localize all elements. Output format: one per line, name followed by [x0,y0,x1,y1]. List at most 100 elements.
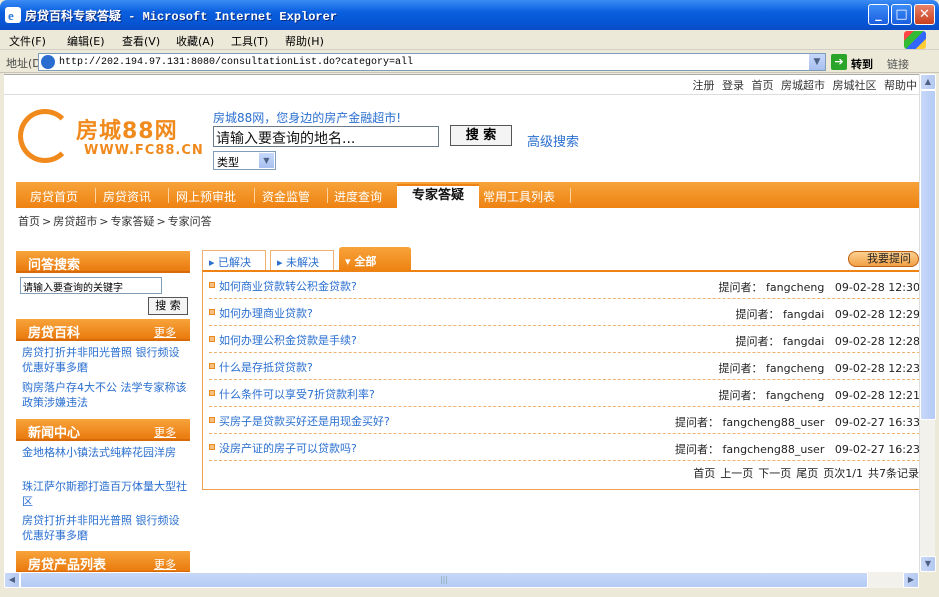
nav-fund-supervision[interactable]: 资金监管 [262,188,310,205]
nav-loan-news[interactable]: 房贷资讯 [103,188,151,205]
type-select[interactable]: 类型 ▼ [213,151,276,170]
asker-name[interactable]: fangcheng [766,389,824,402]
asker-name[interactable]: fangcheng [766,281,824,294]
link-home[interactable]: 首页 [752,79,774,92]
bullet-icon [209,390,215,396]
crumb-market[interactable]: 房贷超市 [53,215,97,228]
page-next[interactable]: 下一页 [758,467,791,480]
news-header: 新闻中心 更多 [16,419,190,441]
left-sidebar: 问答搜索 请输入要查询的关键字 搜 索 房贷百科 更多 房贷打折并非阳光普照 银行… [16,247,190,572]
title-bar: e 房贷百科专家答疑 - Microsoft Internet Explorer… [0,0,939,30]
asker-label: 提问者： [675,443,720,456]
news-item[interactable]: 金地格林小镇法式纯粹花园洋房 [22,445,190,460]
nav-pre-approval[interactable]: 网上预审批 [176,188,236,205]
asker-name[interactable]: fangdai [783,308,824,321]
question-meta: 提问者： fangdai 09-02-28 12:29 [736,306,920,322]
question-tabs: ▸ 已解决 ▸ 未解决 ▾ 全部 我要提问 [202,247,919,271]
status-bar [0,588,939,597]
question-list: 如何商业贷款转公积金贷款? 提问者： fangcheng 09-02-28 12:… [202,270,919,490]
question-row: 如何商业贷款转公积金贷款? 提问者： fangcheng 09-02-28 12:… [209,272,919,299]
header-divider [4,94,919,95]
horizontal-scrollbar[interactable]: ◀ ||| ▶ [4,572,919,588]
question-title[interactable]: 什么条件可以享受7折贷款利率? [219,386,375,402]
address-dropdown-icon[interactable]: ▼ [809,54,825,70]
baike-title: 房贷百科 [28,326,81,341]
scroll-right-icon[interactable]: ▶ [903,572,919,588]
question-row: 如何办理公积金贷款是手续? 提问者： fangdai 09-02-28 12:28 [209,326,919,353]
advanced-search-link[interactable]: 高级搜索 [527,131,579,150]
baike-item[interactable]: 房贷打折并非阳光普照 银行频设优惠好事多磨 [22,345,190,375]
keyword-input[interactable]: 请输入要查询的关键字 [20,277,162,294]
page-last[interactable]: 尾页 [796,467,818,480]
keyword-search-button[interactable]: 搜 索 [148,297,188,315]
address-input[interactable]: http://202.194.97.131:8080/consultationL… [38,53,826,71]
vertical-scroll-thumb[interactable] [920,90,936,420]
menu-file[interactable]: 文件(F) [9,33,46,49]
ask-question-button[interactable]: 我要提问 [848,251,919,267]
news-item[interactable]: 珠江萨尔斯郡打造百万体量大型社区 [22,479,190,509]
tab-unsolved-label: 未解决 [286,256,320,269]
bullet-icon [209,309,215,315]
crumb-expert[interactable]: 专家答疑 [110,215,154,228]
pagination: 首页 上一页 下一页 尾页 页次1/1 共7条记录 [688,465,919,481]
minimize-button[interactable]: _ [868,4,889,25]
maximize-button[interactable]: □ [891,4,912,25]
news-item[interactable]: 房贷打折并非阳光普照 银行频设优惠好事多磨 [22,513,190,543]
nav-separator [254,188,255,203]
bullet-icon [209,282,215,288]
news-more-link[interactable]: 更多 [154,424,176,440]
scroll-down-icon[interactable]: ▼ [920,556,936,572]
bullet-icon [209,363,215,369]
baike-more-link[interactable]: 更多 [154,324,176,340]
link-register[interactable]: 注册 [693,79,715,92]
link-market[interactable]: 房城超市 [781,79,825,92]
question-title[interactable]: 如何办理公积金贷款是手续? [219,332,357,348]
asker-name[interactable]: fangcheng88_user [723,443,825,456]
link-help[interactable]: 帮助中 [884,79,917,92]
page-prev[interactable]: 上一页 [720,467,753,480]
scroll-up-icon[interactable]: ▲ [920,74,936,90]
vertical-scrollbar[interactable]: ▲ ▼ [919,74,936,572]
page-icon [41,55,55,69]
question-title[interactable]: 如何商业贷款转公积金贷款? [219,278,357,294]
menu-favorites[interactable]: 收藏(A) [176,33,214,49]
tab-solved[interactable]: ▸ 已解决 [202,250,266,270]
crumb-home[interactable]: 首页 [18,215,40,228]
question-title[interactable]: 没房产证的房子可以贷款吗? [219,440,357,456]
links-button[interactable]: 链接 [887,56,909,72]
tab-all[interactable]: ▾ 全部 [339,247,411,271]
tab-unsolved[interactable]: ▸ 未解决 [270,250,334,270]
go-arrow-icon[interactable]: ➔ [831,54,847,70]
menu-edit[interactable]: 编辑(E) [67,33,105,49]
question-title[interactable]: 买房子是贷款买好还是用现金买好? [219,413,390,429]
nav-progress-query[interactable]: 进度查询 [334,188,382,205]
go-button[interactable]: 转到 [851,56,873,72]
link-community[interactable]: 房城社区 [833,79,877,92]
horizontal-scroll-thumb[interactable]: ||| [20,572,868,588]
nav-separator [327,188,328,203]
nav-expert-qa[interactable]: 专家答疑 [397,184,479,208]
news-title: 新闻中心 [28,426,81,441]
question-title[interactable]: 如何办理商业贷款? [219,305,313,321]
nav-separator [95,188,96,203]
question-title[interactable]: 什么是存抵贷贷款? [219,359,313,375]
link-login[interactable]: 登录 [722,79,744,92]
products-more-link[interactable]: 更多 [154,556,176,572]
place-search-input[interactable]: 请输入要查询的地名... [213,126,439,147]
asker-name[interactable]: fangcheng88_user [723,416,825,429]
page-first[interactable]: 首页 [693,467,715,480]
question-time: 09-02-28 12:28 [834,335,919,348]
baike-item[interactable]: 购房落户存4大不公 法学专家称该政策涉嫌违法 [22,380,190,410]
asker-name[interactable]: fangdai [783,335,824,348]
bullet-icon [209,444,215,450]
scroll-left-icon[interactable]: ◀ [4,572,20,588]
nav-tools-list[interactable]: 常用工具列表 [483,188,555,205]
menu-help[interactable]: 帮助(H) [285,33,324,49]
nav-loan-home[interactable]: 房贷首页 [30,188,78,205]
menu-tools[interactable]: 工具(T) [231,33,268,49]
close-button[interactable]: ✕ [914,4,935,25]
site-logo[interactable]: 房城88网 WWW.FC88.CN [18,105,203,167]
search-button[interactable]: 搜 索 [450,125,512,146]
asker-name[interactable]: fangcheng [766,362,824,375]
menu-view[interactable]: 查看(V) [122,33,160,49]
